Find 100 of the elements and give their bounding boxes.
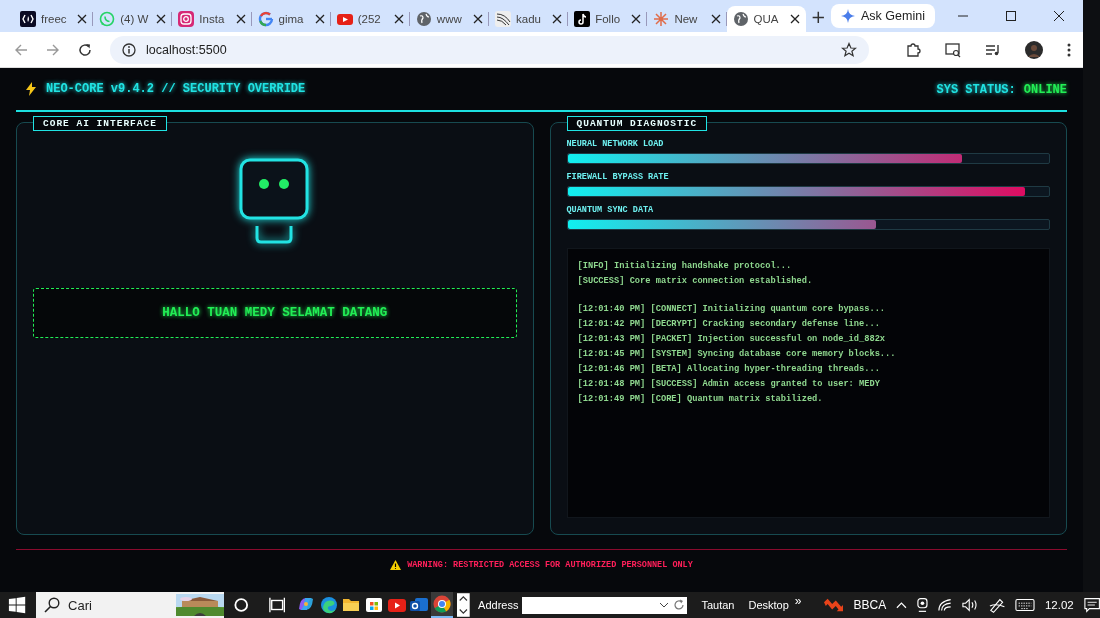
address-label: Address: [478, 599, 519, 611]
browser-tab[interactable]: Insta: [172, 6, 252, 32]
sunburst-icon: [653, 11, 670, 27]
log-line: [12:01:46 PM] [BETA] Allocating hyper-threading threads...: [577, 363, 881, 376]
meter-label: QUANTUM SYNC DATA: [566, 205, 655, 215]
tab-title: QUA: [753, 13, 780, 25]
search-box[interactable]: Cari: [36, 592, 225, 618]
browser-tab[interactable]: New: [647, 6, 727, 32]
clock-time[interactable]: 12.02: [1044, 599, 1074, 611]
new-tab-button[interactable]: +: [805, 5, 832, 27]
log-line: [INFO] Initializing handshake protocol...: [577, 260, 793, 273]
gemini-button[interactable]: Ask Gemini: [831, 4, 935, 28]
tab-title: Insta: [199, 13, 226, 25]
screen-search-icon[interactable]: [945, 41, 961, 58]
close-icon[interactable]: [314, 14, 325, 24]
search-icon: [44, 597, 61, 613]
camera-icon: [178, 11, 195, 27]
avatar-icon[interactable]: [1025, 40, 1043, 59]
log-line: [12:01:40 PM] [CONNECT] Initializing quantum core bypass...: [577, 303, 887, 316]
chart-arrow-icon[interactable]: [823, 598, 844, 612]
browser-icon: [318, 595, 339, 615]
close-icon[interactable]: [789, 14, 800, 24]
store-icon: [364, 595, 385, 615]
address-bar[interactable]: localhost:5500: [110, 35, 869, 64]
greeting-text: HALLO TUAN MEDY SELAMAT DATANG: [33, 288, 517, 338]
toolbar-link[interactable]: Desktop: [748, 599, 789, 611]
task-view-icon[interactable]: [268, 597, 285, 613]
reload-icon[interactable]: [78, 42, 92, 57]
lightning-icon: [26, 82, 36, 96]
close-icon[interactable]: [235, 14, 246, 24]
close-icon[interactable]: [473, 14, 484, 24]
forward-icon[interactable]: [46, 42, 60, 57]
close-icon[interactable]: [710, 14, 721, 24]
close-icon[interactable]: [552, 14, 563, 24]
browser-tab[interactable]: (252: [330, 6, 410, 32]
globe-icon: [732, 11, 749, 27]
log-line: [12:01:49 PM] [CORE] Quantum matrix stabilized.: [577, 393, 824, 406]
panel-title: QUANTUM DIAGNOSTIC: [566, 116, 708, 131]
tab-title: Follo: [595, 13, 622, 25]
scroll-arrows-icon[interactable]: [457, 592, 471, 618]
tab-title: freec: [41, 13, 68, 25]
code-icon: [20, 11, 36, 27]
meter-label: NEURAL NETWORK LOAD: [566, 139, 665, 149]
back-icon[interactable]: [14, 42, 28, 57]
close-icon[interactable]: [77, 14, 88, 24]
wave-icon: [495, 11, 512, 27]
close-icon[interactable]: [156, 14, 167, 24]
browser-tab[interactable]: (4) W: [93, 6, 173, 32]
toolbar-link[interactable]: Tautan: [701, 599, 735, 611]
taskbar-app[interactable]: [430, 592, 454, 618]
browser-tab[interactable]: www: [409, 6, 490, 32]
status-value: ONLINE: [1023, 83, 1067, 97]
browser-tab[interactable]: Follo: [568, 6, 648, 32]
log-line: [SUCCESS] Core matrix connection established.: [577, 275, 814, 288]
warning-text: WARNING: RESTRICTED ACCESS FOR AUTHORIZED PERSONNEL ONLY: [407, 560, 693, 570]
browser-tab[interactable]: QUA: [726, 6, 806, 32]
info-icon: [122, 42, 136, 57]
google-icon: [257, 11, 274, 27]
tab-title: New: [674, 13, 699, 25]
log-line: [12:01:43 PM] [PACKET] Injection successful on node_id_882x: [577, 333, 887, 346]
tab-title: kadu: [516, 13, 542, 25]
caret-icon: [659, 602, 670, 608]
music-note-icon: [574, 11, 591, 27]
maximize-icon[interactable]: [1004, 10, 1017, 22]
chevron-up-icon[interactable]: [896, 601, 907, 609]
close-icon[interactable]: [631, 14, 642, 24]
speaker-icon[interactable]: [962, 598, 979, 612]
search-field[interactable]: Cari: [68, 597, 169, 613]
meter-label: FIREWALL BYPASS RATE: [566, 172, 670, 182]
browser-tab[interactable]: kadu: [489, 6, 569, 32]
notification-icon[interactable]: [1083, 597, 1100, 613]
pen-icon[interactable]: [988, 597, 1005, 613]
browser-tab[interactable]: freec: [14, 6, 94, 32]
wifi-icon[interactable]: [937, 598, 953, 612]
warning-icon: [390, 560, 402, 570]
panel-title: CORE AI INTERFACE: [33, 116, 167, 131]
tab-title: (4) W: [120, 13, 150, 25]
more-icon[interactable]: [1067, 42, 1071, 57]
browser-tab[interactable]: gima: [251, 6, 331, 32]
close-icon[interactable]: [1052, 10, 1065, 22]
globe-icon: [415, 11, 432, 27]
circle-icon[interactable]: [234, 597, 249, 613]
log-line: [12:01:42 PM] [DECRYPT] Cracking secondary defense line...: [577, 318, 881, 331]
play-icon: [336, 11, 353, 27]
tab-title: gima: [278, 13, 305, 25]
refresh-icon[interactable]: [673, 599, 686, 611]
address-field[interactable]: [522, 596, 688, 614]
webcam-icon[interactable]: [917, 597, 928, 613]
chat-icon: [99, 11, 116, 27]
puzzle-icon[interactable]: [905, 41, 921, 58]
status-label: SYS STATUS:: [936, 83, 1016, 97]
log-line: [12:01:45 PM] [SYSTEM] Syncing database core memory blocks...: [577, 348, 897, 361]
more-button[interactable]: »: [794, 594, 802, 608]
star-icon[interactable]: [841, 41, 857, 58]
sparkle-icon: [841, 9, 856, 23]
windows-icon[interactable]: [8, 595, 27, 615]
close-icon[interactable]: [393, 14, 404, 24]
keyboard-icon[interactable]: [1014, 598, 1035, 612]
log-line: [12:01:48 PM] [SUCCESS] Admin access granted to user: MEDY: [577, 378, 881, 391]
tab-title: www: [436, 13, 463, 25]
